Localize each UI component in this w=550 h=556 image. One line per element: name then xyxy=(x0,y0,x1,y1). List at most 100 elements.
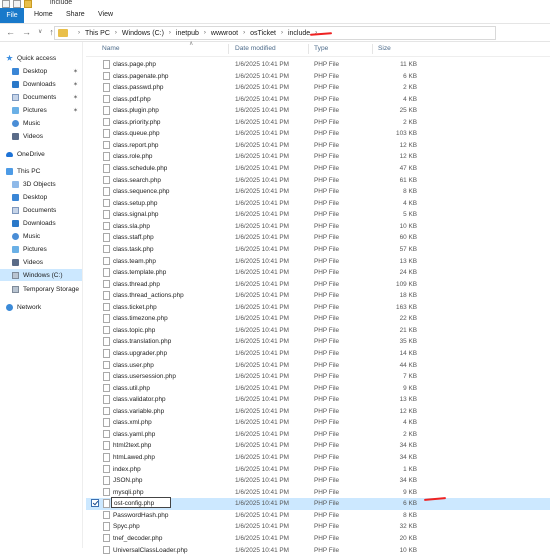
table-row[interactable]: class.user.php 1/6/2025 10:41 PM PHP File 4… xyxy=(86,360,550,372)
sidebar-item-music-pc[interactable]: Music xyxy=(12,230,80,242)
sidebar-item-downloads-pinned[interactable]: Downloads ✶ xyxy=(12,78,80,90)
table-row[interactable]: class.setup.php 1/6/2025 10:41 PM PHP File… xyxy=(86,198,550,210)
file-name[interactable]: class.schedule.php xyxy=(113,165,167,172)
breadcrumb-windows-c[interactable]: Windows (C:) xyxy=(122,30,164,37)
table-row[interactable]: class.template.php 1/6/2025 10:41 PM PHP F… xyxy=(86,267,550,279)
file-name[interactable]: class.template.php xyxy=(113,269,166,276)
table-row[interactable]: Spyc.php 1/6/2025 10:41 PM PHP File 32 KB xyxy=(86,521,550,533)
table-row[interactable]: class.plugin.php 1/6/2025 10:41 PM PHP Fil… xyxy=(86,105,550,117)
tab-file[interactable]: File xyxy=(0,8,24,23)
file-name[interactable]: JSON.php xyxy=(113,477,142,484)
table-row[interactable]: class.thread_actions.php 1/6/2025 10:41 P… xyxy=(86,290,550,302)
table-row[interactable]: class.schedule.php 1/6/2025 10:41 PM PHP F… xyxy=(86,163,550,175)
sidebar-item-desktop-pinned[interactable]: Desktop ✶ xyxy=(12,65,80,77)
tab-view[interactable]: View xyxy=(98,11,113,18)
sidebar-item-temporary-storage[interactable]: Temporary Storage xyxy=(12,283,80,295)
chevron-right-icon[interactable]: › xyxy=(78,30,80,36)
file-name[interactable]: class.user.php xyxy=(113,362,154,369)
recent-chevron-icon[interactable]: ∨ xyxy=(38,28,42,37)
file-name[interactable]: class.task.php xyxy=(113,246,154,253)
file-name[interactable]: class.variable.php xyxy=(113,408,164,415)
file-name[interactable]: class.pdf.php xyxy=(113,96,151,103)
table-row[interactable]: class.yaml.php 1/6/2025 10:41 PM PHP File 2… xyxy=(86,429,550,441)
file-name[interactable]: mysqli.php xyxy=(113,489,144,496)
sidebar-item-videos[interactable]: Videos xyxy=(12,130,80,142)
table-row[interactable]: class.priority.php 1/6/2025 10:41 PM PHP F… xyxy=(86,117,550,129)
file-name[interactable]: class.translation.php xyxy=(113,338,171,345)
table-row[interactable]: ost-config.php 1/6/2025 10:41 PM PHP File 6… xyxy=(86,497,550,510)
table-row[interactable]: class.page.php 1/6/2025 10:41 PM PHP File 1… xyxy=(86,59,550,71)
file-name[interactable]: class.sla.php xyxy=(113,223,150,230)
table-row[interactable]: class.ticket.php 1/6/2025 10:41 PM PHP Fil… xyxy=(86,302,550,314)
breadcrumb-osticket[interactable]: osTicket xyxy=(250,30,276,37)
breadcrumb-inetpub[interactable]: inetpub xyxy=(176,30,199,37)
sidebar-item-documents[interactable]: Documents xyxy=(12,204,80,216)
breadcrumb-this-pc[interactable]: This PC xyxy=(85,30,110,37)
table-row[interactable]: index.php 1/6/2025 10:41 PM PHP File 1 KB xyxy=(86,464,550,476)
file-name[interactable]: class.util.php xyxy=(113,385,150,392)
sidebar-item-pictures[interactable]: Pictures xyxy=(12,243,80,255)
column-header-name[interactable]: Name xyxy=(102,45,120,52)
table-row[interactable]: class.search.php 1/6/2025 10:41 PM PHP Fil… xyxy=(86,175,550,187)
file-name[interactable]: class.queue.php xyxy=(113,130,160,137)
file-name[interactable]: class.thread.php xyxy=(113,281,160,288)
table-row[interactable]: class.upgrader.php 1/6/2025 10:41 PM PHP F… xyxy=(86,348,550,360)
address-bar[interactable]: › This PC › Windows (C:) › inetpub › www… xyxy=(54,26,496,40)
table-row[interactable]: class.usersession.php 1/6/2025 10:41 PM PH… xyxy=(86,371,550,383)
file-name[interactable]: class.team.php xyxy=(113,258,156,265)
file-name[interactable]: class.upgrader.php xyxy=(113,350,167,357)
file-name[interactable]: class.thread_actions.php xyxy=(113,292,184,299)
table-row[interactable]: class.role.php 1/6/2025 10:41 PM PHP File 1… xyxy=(86,151,550,163)
table-row[interactable]: class.topic.php 1/6/2025 10:41 PM PHP File… xyxy=(86,325,550,337)
tab-share[interactable]: Share xyxy=(66,11,85,18)
file-name[interactable]: class.staff.php xyxy=(113,234,154,241)
file-name[interactable]: class.page.php xyxy=(113,61,156,68)
file-name[interactable]: class.setup.php xyxy=(113,200,157,207)
table-row[interactable]: class.passwd.php 1/6/2025 10:41 PM PHP Fil… xyxy=(86,82,550,94)
table-row[interactable]: class.validator.php 1/6/2025 10:41 PM PHP … xyxy=(86,394,550,406)
sidebar-item-desktop[interactable]: Desktop xyxy=(12,191,80,203)
sidebar-item-downloads[interactable]: Downloads xyxy=(12,217,80,229)
file-name[interactable]: index.php xyxy=(113,466,141,473)
file-name[interactable]: class.usersession.php xyxy=(113,373,176,380)
table-row[interactable]: class.pagenate.php 1/6/2025 10:41 PM PHP F… xyxy=(86,71,550,83)
file-name[interactable]: class.sequence.php xyxy=(113,188,170,195)
sidebar-item-3d-objects[interactable]: 3D Objects xyxy=(12,178,80,190)
properties-icon[interactable] xyxy=(2,0,10,8)
file-name[interactable]: class.ticket.php xyxy=(113,304,157,311)
sidebar-item-onedrive[interactable]: OneDrive xyxy=(6,148,80,160)
sidebar-item-documents-pinned[interactable]: Documents ✶ xyxy=(12,91,80,103)
table-row[interactable]: class.variable.php 1/6/2025 10:41 PM PHP F… xyxy=(86,406,550,418)
table-row[interactable]: html2text.php 1/6/2025 10:41 PM PHP File 34… xyxy=(86,440,550,452)
chevron-right-icon[interactable]: › xyxy=(243,30,245,36)
table-row[interactable]: class.task.php 1/6/2025 10:41 PM PHP File 5… xyxy=(86,244,550,256)
chevron-right-icon[interactable]: › xyxy=(115,30,117,36)
file-name[interactable]: htmLawed.php xyxy=(113,454,155,461)
table-row[interactable]: htmLawed.php 1/6/2025 10:41 PM PHP File 34 … xyxy=(86,452,550,464)
table-row[interactable]: class.pdf.php 1/6/2025 10:41 PM PHP File 4 … xyxy=(86,94,550,106)
sidebar-item-this-pc[interactable]: This PC xyxy=(6,165,80,177)
row-checkbox[interactable] xyxy=(91,499,99,508)
new-folder-icon[interactable] xyxy=(13,0,21,8)
table-row[interactable]: PasswordHash.php 1/6/2025 10:41 PM PHP Fil… xyxy=(86,510,550,522)
sidebar-item-pictures-pinned[interactable]: Pictures ✶ xyxy=(12,104,80,116)
table-row[interactable]: JSON.php 1/6/2025 10:41 PM PHP File 34 KB xyxy=(86,475,550,487)
tab-home[interactable]: Home xyxy=(34,11,53,18)
file-name[interactable]: class.validator.php xyxy=(113,396,166,403)
table-row[interactable]: class.team.php 1/6/2025 10:41 PM PHP File 1… xyxy=(86,256,550,268)
table-row[interactable]: class.staff.php 1/6/2025 10:41 PM PHP File… xyxy=(86,232,550,244)
table-row[interactable]: class.util.php 1/6/2025 10:41 PM PHP File 9… xyxy=(86,383,550,395)
file-name[interactable]: class.yaml.php xyxy=(113,431,155,438)
sidebar-item-network[interactable]: Network xyxy=(6,301,80,313)
column-header-size[interactable]: Size xyxy=(378,45,391,52)
table-row[interactable]: class.thread.php 1/6/2025 10:41 PM PHP Fil… xyxy=(86,279,550,291)
file-name[interactable]: Spyc.php xyxy=(113,523,140,530)
column-divider[interactable] xyxy=(228,44,229,54)
file-name[interactable]: class.role.php xyxy=(113,153,152,160)
column-divider[interactable] xyxy=(372,44,373,54)
file-name[interactable]: class.priority.php xyxy=(113,119,160,126)
column-header-type[interactable]: Type xyxy=(314,45,328,52)
file-name[interactable]: class.passwd.php xyxy=(113,84,163,91)
file-name[interactable]: class.search.php xyxy=(113,177,161,184)
back-arrow-icon[interactable]: ← xyxy=(6,28,15,37)
